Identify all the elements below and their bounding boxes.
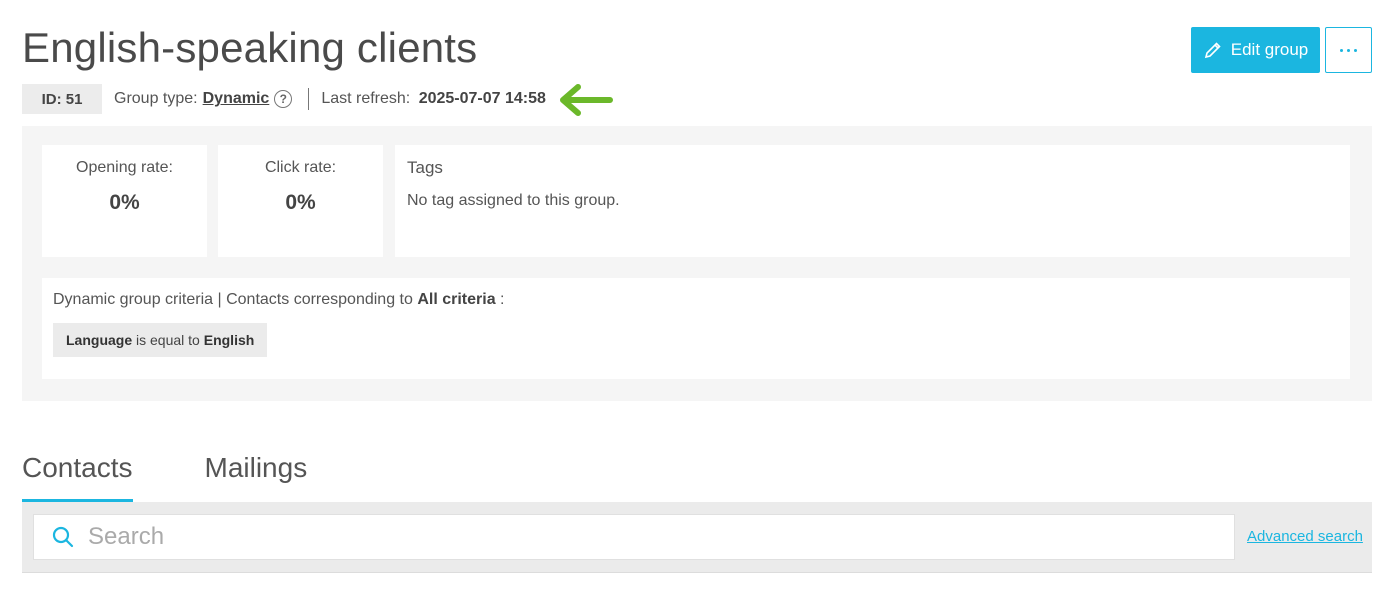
click-rate-value: 0% <box>285 191 316 214</box>
rule-value: English <box>203 332 255 348</box>
search-box <box>33 514 1235 560</box>
rule-operator: is equal to <box>136 332 200 348</box>
click-rate-card: Click rate: 0% <box>218 145 383 257</box>
tags-card: Tags No tag assigned to this group. <box>395 145 1350 257</box>
dot <box>1340 48 1343 52</box>
group-meta-bar: ID: 51 Group type: Dynamic ? Last refres… <box>22 84 546 114</box>
criteria-suffix: : <box>500 291 505 308</box>
search-icon <box>52 526 74 548</box>
more-options-button[interactable] <box>1325 27 1372 73</box>
tags-empty-text: No tag assigned to this group. <box>407 192 620 209</box>
group-type-label: Group type: <box>114 90 198 107</box>
arrow-left-icon <box>560 84 613 116</box>
dot <box>1354 48 1357 52</box>
criteria-summary: Dynamic group criteria | Contacts corres… <box>53 291 1339 309</box>
criteria-rule-chip: Language is equal to English <box>53 323 268 357</box>
tab-contacts[interactable]: Contacts <box>22 448 133 502</box>
last-refresh: Last refresh: 2025-07-07 14:58 <box>321 90 546 108</box>
tab-mailings[interactable]: Mailings <box>205 448 308 502</box>
rule-field: Language <box>66 332 133 348</box>
opening-rate-card: Opening rate: 0% <box>42 145 207 257</box>
group-type-value[interactable]: Dynamic <box>203 90 270 108</box>
last-refresh-value: 2025-07-07 14:58 <box>418 90 546 107</box>
help-icon[interactable]: ? <box>274 90 293 108</box>
opening-rate-label: Opening rate: <box>76 159 173 176</box>
pencil-icon <box>1204 42 1221 59</box>
criteria-card: Dynamic group criteria | Contacts corres… <box>42 278 1350 379</box>
last-refresh-label: Last refresh: <box>321 90 411 107</box>
click-rate-label: Click rate: <box>264 159 337 176</box>
group-type: Group type: Dynamic ? <box>114 90 293 108</box>
criteria-prefix: Dynamic group criteria | Contacts corres… <box>53 291 413 308</box>
page-title: English-speaking clients <box>22 24 478 71</box>
group-detail-page: English-speaking clients Edit group ID: … <box>0 0 1393 592</box>
tags-label: Tags <box>407 158 443 177</box>
search-bar: Advanced search <box>22 502 1372 573</box>
advanced-search-link[interactable]: Advanced search <box>1247 528 1363 545</box>
criteria-match: All criteria <box>417 291 496 308</box>
opening-rate-value: 0% <box>109 191 140 214</box>
dot <box>1347 48 1350 52</box>
id-badge: ID: 51 <box>22 84 102 114</box>
edit-group-button[interactable]: Edit group <box>1191 27 1320 73</box>
edit-group-label: Edit group <box>1230 40 1309 59</box>
tab-bar: Contacts Mailings <box>22 448 307 502</box>
divider <box>308 88 310 110</box>
group-summary-panel: Opening rate: 0% Click rate: 0% Tags No … <box>22 126 1372 401</box>
search-input[interactable] <box>88 523 1188 551</box>
